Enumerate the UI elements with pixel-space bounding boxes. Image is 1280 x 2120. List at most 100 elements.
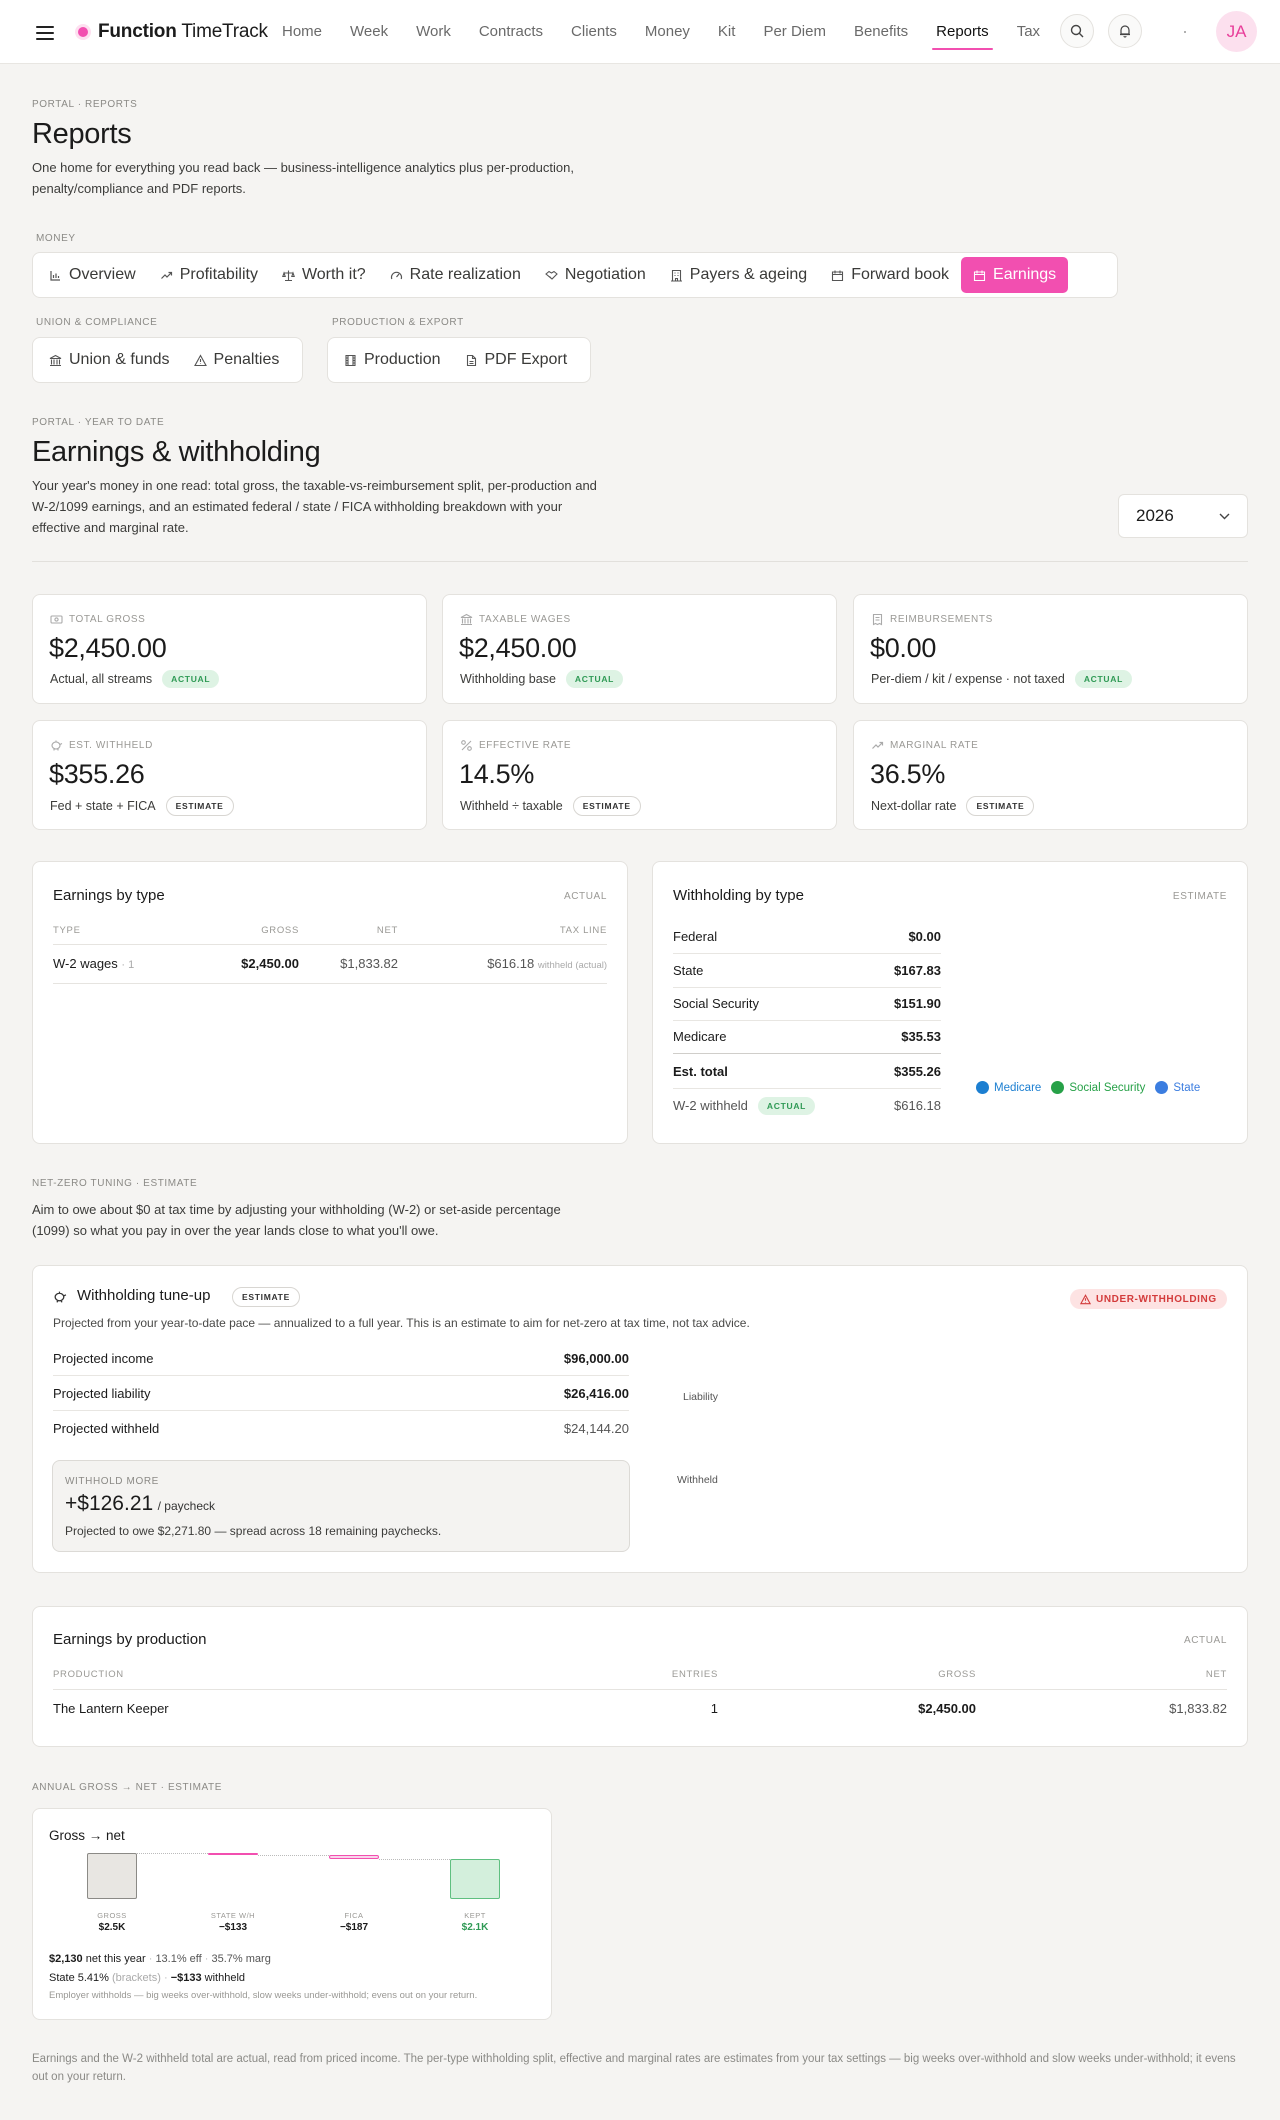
col-production: PRODUCTION (53, 1669, 124, 1680)
tab-profitability[interactable]: Profitability (148, 257, 270, 293)
section-title: Earnings & withholding (32, 436, 321, 468)
tab-rate-realization[interactable]: Rate realization (378, 257, 533, 293)
tab-payers-ageing[interactable]: Payers & ageing (658, 257, 819, 293)
waterfall-chart: GROSS $2.5K STATE W/H −$133 FICA −$187 KEPT $2.… (33, 1809, 553, 1949)
waterfall-x-label: KEPT (464, 1911, 486, 1920)
nav-link-benefits[interactable]: Benefits (840, 0, 922, 64)
cell-production: The Lantern Keeper (53, 1701, 169, 1716)
table-header-line (53, 1689, 1227, 1690)
nav-link-kit[interactable]: Kit (704, 0, 750, 64)
section-lead: Your year's money in one read: total gro… (32, 478, 597, 535)
brand-logo[interactable]: Function TimeTrack (98, 21, 268, 43)
tab-worth-it[interactable]: Worth it? (270, 257, 378, 293)
col-type: TYPE (53, 925, 81, 936)
tab-pdf-export[interactable]: PDF Export (453, 342, 580, 378)
nav-link-tax[interactable]: Tax (1003, 0, 1054, 64)
bar-chart-icon (50, 270, 60, 281)
tab-production[interactable]: Production (332, 342, 453, 378)
kpi-value: $2,450.00 (459, 633, 577, 663)
cell-net: $1,833.82 (1169, 1701, 1227, 1716)
table-row-line (53, 983, 607, 984)
top-nav: Function TimeTrack Home Week Work Contra… (0, 0, 1280, 64)
nav-link-reports[interactable]: Reports (922, 0, 1003, 64)
tuneup-title: Withholding tune-up (77, 1287, 211, 1304)
cell-gross: $2,450.00 (241, 956, 299, 971)
tab-negotiation[interactable]: Negotiation (533, 257, 658, 293)
handshake-icon (544, 270, 558, 280)
gauge-icon (390, 271, 402, 279)
gross-net-chart-card: Gross → net GROSS $2.5K STATE W/H −$133 FICA… (32, 1808, 552, 2020)
money-tabs: Overview Profitability Worth it? Rate re… (32, 252, 1118, 298)
cell-type: W-2 wages · 1 (53, 956, 135, 971)
suggest-label: WITHHOLD MORE (65, 1476, 159, 1487)
kpi-value: 14.5% (459, 759, 535, 789)
waterfall-bar-kept (450, 1859, 500, 1899)
netzero-eyebrow: NET-ZERO TUNING · ESTIMATE (32, 1178, 198, 1189)
status-badge: ESTIMATE (572, 796, 641, 816)
chevron-down-icon (1219, 513, 1230, 519)
card-title: Withholding by type (673, 887, 804, 904)
withholding-total: Est. total $355.26 (673, 1063, 941, 1079)
menu-icon[interactable] (34, 22, 56, 42)
status-badge: ACTUAL (1074, 670, 1132, 688)
kpi-sub: Fed + state + FICA ESTIMATE (50, 796, 234, 816)
tab-earnings[interactable]: Earnings (961, 257, 1069, 293)
nav-link-clients[interactable]: Clients (557, 0, 631, 64)
nav-link-week[interactable]: Week (336, 0, 402, 64)
nav-link-work[interactable]: Work (402, 0, 465, 64)
legend-swatch (1155, 1081, 1169, 1094)
tab-penalties[interactable]: Penalties (182, 342, 292, 378)
trending-up-icon (160, 271, 172, 279)
table-header-line (53, 944, 607, 945)
avatar[interactable]: JA (1216, 11, 1257, 52)
section-divider (32, 561, 1248, 562)
withholding-row-state: State $167.83 (673, 954, 941, 988)
page-lead: One home for everything you read back — … (32, 160, 574, 196)
waterfall-value-label: $2.1K (461, 1922, 489, 1933)
col-gross: GROSS (261, 925, 299, 936)
nav-link-per-diem[interactable]: Per Diem (749, 0, 840, 64)
kpi-value: $355.26 (49, 759, 145, 789)
withholding-row-medicare: Medicare $35.53 (673, 1020, 941, 1054)
status-badge: ESTIMATE (966, 796, 1035, 816)
card-title: Earnings by production (53, 1631, 207, 1648)
bell-icon (1120, 25, 1130, 38)
earnings-by-type-card: Earnings by type ACTUAL TYPE GROSS NET T… (32, 861, 628, 1144)
kpi-reimbursements: REIMBURSEMENTS $0.00 Per-diem / kit / ex… (853, 594, 1248, 704)
nav-link-contracts[interactable]: Contracts (465, 0, 557, 64)
tab-union-funds[interactable]: Union & funds (37, 342, 182, 378)
notifications-button[interactable] (1108, 14, 1142, 48)
year-select[interactable]: 2026 (1118, 494, 1248, 538)
status-badge: ESTIMATE (232, 1287, 300, 1307)
card-tag: ACTUAL (1183, 1635, 1227, 1646)
waterfall-x-label: FICA (344, 1911, 364, 1920)
netzero-lead: Aim to owe about $0 at tax time by adjus… (32, 1202, 561, 1238)
waterfall-value-label: −$187 (339, 1922, 369, 1933)
legend-swatch (1051, 1081, 1065, 1094)
calendar-icon (832, 270, 844, 281)
projected-withheld-row: Projected withheld $24,144.20 (53, 1421, 629, 1436)
projected-liability-row: Projected liability $26,416.00 (53, 1376, 629, 1411)
nav-link-home[interactable]: Home (268, 0, 336, 64)
search-button[interactable] (1060, 14, 1094, 48)
kpi-label: TOTAL GROSS (50, 613, 145, 626)
file-icon (466, 354, 476, 366)
nav-link-money[interactable]: Money (631, 0, 704, 64)
col-entries: ENTRIES (671, 1669, 718, 1680)
waterfall-connector (258, 1855, 329, 1857)
status-badge: ACTUAL (162, 670, 220, 688)
kpi-value: $0.00 (870, 633, 937, 663)
kpi-sub: Next-dollar rate ESTIMATE (871, 796, 1035, 816)
tab-overview[interactable]: Overview (37, 257, 148, 293)
warning-icon (1080, 1293, 1091, 1304)
waterfall-bar-gross (87, 1853, 137, 1899)
kpi-label: EFFECTIVE RATE (460, 739, 571, 752)
status-badge: ACTUAL (565, 670, 624, 688)
kpi-label: MARGINAL RATE (871, 739, 978, 752)
cell-gross: $2,450.00 (918, 1701, 976, 1716)
tab-forward-book[interactable]: Forward book (819, 257, 961, 293)
union-tabs-label: UNION & COMPLIANCE (36, 317, 158, 328)
kpi-taxable-wages: TAXABLE WAGES $2,450.00 Withholding base… (442, 594, 837, 704)
cell-entries: 1 (710, 1701, 718, 1716)
waterfall-connector (379, 1859, 450, 1860)
